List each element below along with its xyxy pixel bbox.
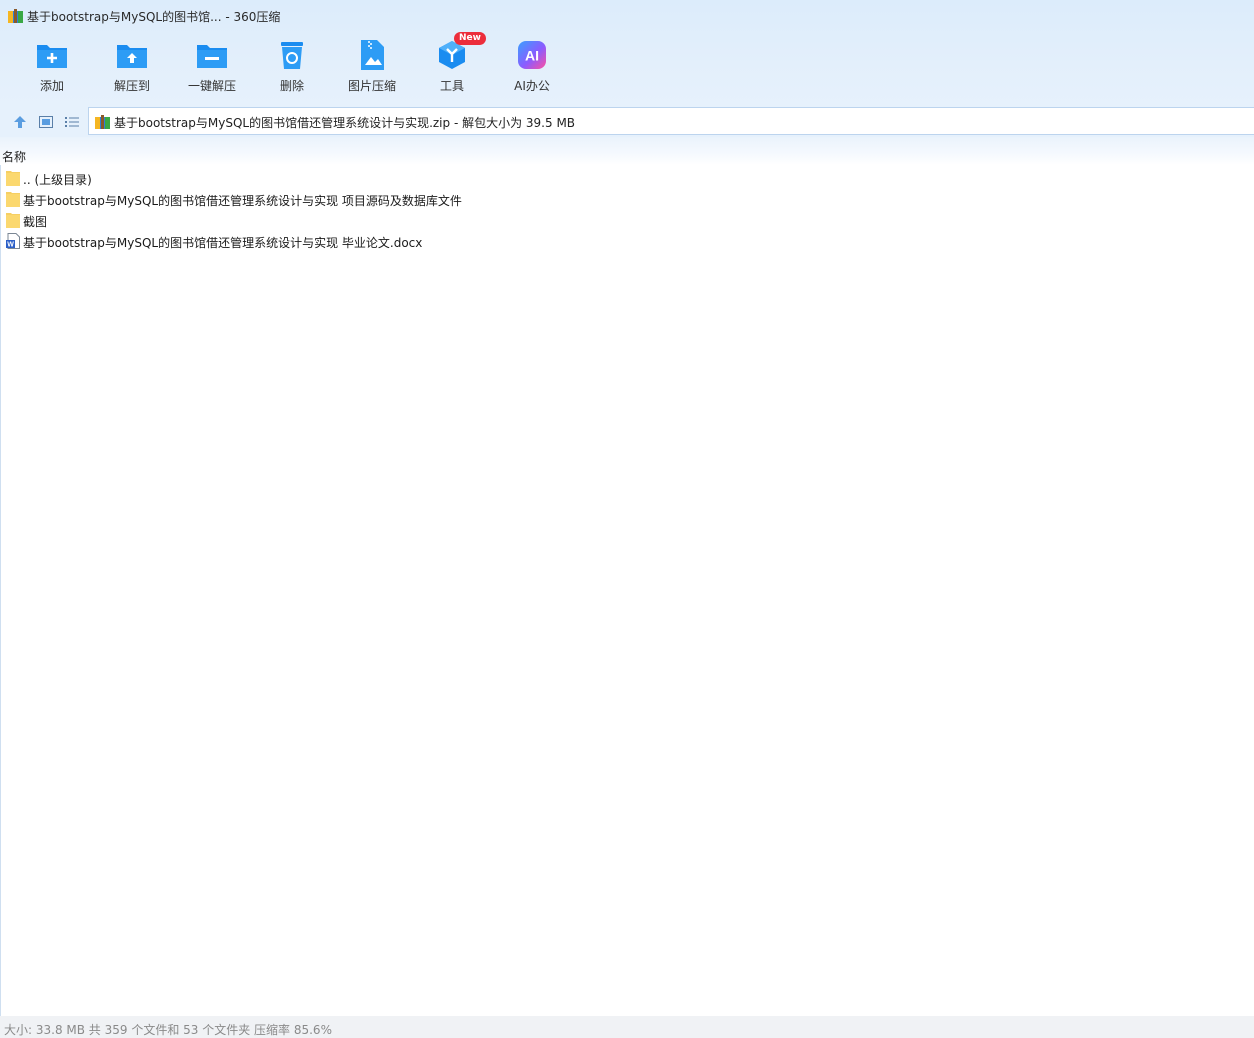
thumbnail-view-button[interactable] xyxy=(37,113,55,131)
list-item[interactable]: 基于bootstrap与MySQL的图书馆借还管理系统设计与实现 项目源码及数据… xyxy=(0,189,1254,210)
app-window: 基于bootstrap与MySQL的图书馆... - 360压缩 添加 解压到 … xyxy=(0,0,1254,1038)
folder-icon xyxy=(6,213,20,228)
address-bar[interactable]: 基于bootstrap与MySQL的图书馆借还管理系统设计与实现.zip - 解… xyxy=(88,107,1254,135)
list-item-name: 基于bootstrap与MySQL的图书馆借还管理系统设计与实现 项目源码及数据… xyxy=(23,194,462,208)
extract-to-label: 解压到 xyxy=(113,79,150,93)
delete-button[interactable]: 删除 xyxy=(252,38,332,98)
archive-icon xyxy=(8,9,23,23)
list-item[interactable]: 截图 xyxy=(0,210,1254,231)
extract-to-icon xyxy=(115,38,149,72)
up-arrow-icon xyxy=(14,116,26,128)
list-item-name: 截图 xyxy=(23,215,48,229)
word-document-icon: W xyxy=(6,233,20,249)
folder-icon xyxy=(6,192,20,207)
folder-icon xyxy=(6,171,20,186)
ai-office-icon: AI xyxy=(515,38,549,72)
list-item-name: .. (上级目录) xyxy=(23,173,92,187)
one-click-extract-icon xyxy=(195,38,229,72)
status-bar: 大小: 33.8 MB 共 359 个文件和 53 个文件夹 压缩率 85.6% xyxy=(0,1016,1254,1038)
delete-bin-icon xyxy=(275,38,309,72)
tools-button[interactable]: 工具 xyxy=(412,38,492,98)
tools-label: 工具 xyxy=(439,79,464,93)
list-item[interactable]: .. (上级目录) xyxy=(0,168,1254,189)
list-left-border xyxy=(0,165,1,1016)
image-compress-label: 图片压缩 xyxy=(347,79,396,93)
ai-office-button[interactable]: AI AI办公 xyxy=(492,38,572,98)
image-compress-button[interactable]: 图片压缩 xyxy=(332,38,412,98)
svg-text:AI: AI xyxy=(525,48,539,64)
list-item-name: 基于bootstrap与MySQL的图书馆借还管理系统设计与实现 毕业论文.do… xyxy=(23,236,423,250)
window-title: 基于bootstrap与MySQL的图书馆... - 360压缩 xyxy=(27,10,281,24)
list-view-button[interactable] xyxy=(63,113,81,131)
add-label: 添加 xyxy=(39,79,64,93)
column-header-name[interactable]: 名称 xyxy=(2,148,26,165)
extract-to-button[interactable]: 解压到 xyxy=(92,38,172,98)
address-text: 基于bootstrap与MySQL的图书馆借还管理系统设计与实现.zip - 解… xyxy=(114,116,576,130)
title-bar: 基于bootstrap与MySQL的图书馆... - 360压缩 xyxy=(0,0,1254,32)
archive-icon xyxy=(95,115,110,129)
new-badge: New xyxy=(454,32,486,45)
add-folder-icon xyxy=(35,38,69,72)
list-header: 名称 xyxy=(0,137,1254,165)
list-view-icon xyxy=(65,117,79,127)
file-list: .. (上级目录) 基于bootstrap与MySQL的图书馆借还管理系统设计与… xyxy=(0,168,1254,252)
image-compress-icon xyxy=(355,38,389,72)
add-button[interactable]: 添加 xyxy=(12,38,92,98)
toolbar: 添加 解压到 一键解压 删除 图片压缩 工具 AI AI办公 xyxy=(12,38,572,98)
svg-text:W: W xyxy=(7,242,14,249)
list-item[interactable]: W 基于bootstrap与MySQL的图书馆借还管理系统设计与实现 毕业论文.… xyxy=(0,231,1254,252)
thumbnail-view-icon xyxy=(39,116,53,128)
toolbar-area: 基于bootstrap与MySQL的图书馆... - 360压缩 添加 解压到 … xyxy=(0,0,1254,107)
address-row: 基于bootstrap与MySQL的图书馆借还管理系统设计与实现.zip - 解… xyxy=(0,107,1254,137)
delete-label: 删除 xyxy=(279,79,304,93)
one-click-extract-button[interactable]: 一键解压 xyxy=(172,38,252,98)
status-text: 大小: 33.8 MB 共 359 个文件和 53 个文件夹 压缩率 85.6% xyxy=(4,1023,332,1037)
up-directory-button[interactable] xyxy=(11,113,29,131)
one-click-extract-label: 一键解压 xyxy=(187,79,236,93)
ai-office-label: AI办公 xyxy=(514,79,550,93)
